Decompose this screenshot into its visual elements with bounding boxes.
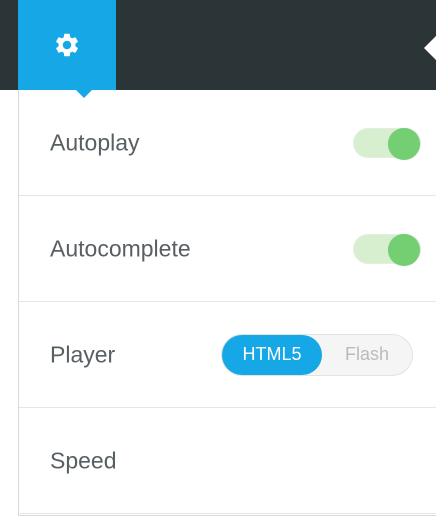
toggle-knob bbox=[388, 233, 420, 266]
speed-label: Speed bbox=[50, 447, 117, 473]
gear-icon bbox=[53, 31, 81, 59]
player-row: Player HTML5 Flash bbox=[19, 302, 436, 408]
autocomplete-toggle[interactable] bbox=[353, 233, 421, 266]
autoplay-row: Autoplay bbox=[19, 90, 436, 196]
autoplay-toggle[interactable] bbox=[353, 127, 421, 160]
autoplay-label: Autoplay bbox=[50, 129, 140, 155]
player-segmented-control[interactable]: HTML5 Flash bbox=[221, 333, 413, 376]
toggle-knob bbox=[388, 127, 420, 160]
autocomplete-label: Autocomplete bbox=[50, 235, 191, 261]
player-option-flash[interactable]: Flash bbox=[322, 335, 412, 375]
settings-tab[interactable] bbox=[18, 0, 116, 90]
autocomplete-row: Autocomplete bbox=[19, 196, 436, 302]
player-label: Player bbox=[50, 341, 116, 367]
top-bar bbox=[0, 0, 436, 90]
settings-panel: Autoplay Autocomplete Player HTML5 Flash… bbox=[18, 90, 436, 516]
topbar-notch bbox=[424, 36, 436, 60]
player-option-html5[interactable]: HTML5 bbox=[222, 334, 322, 375]
speed-row: Speed bbox=[19, 408, 436, 514]
